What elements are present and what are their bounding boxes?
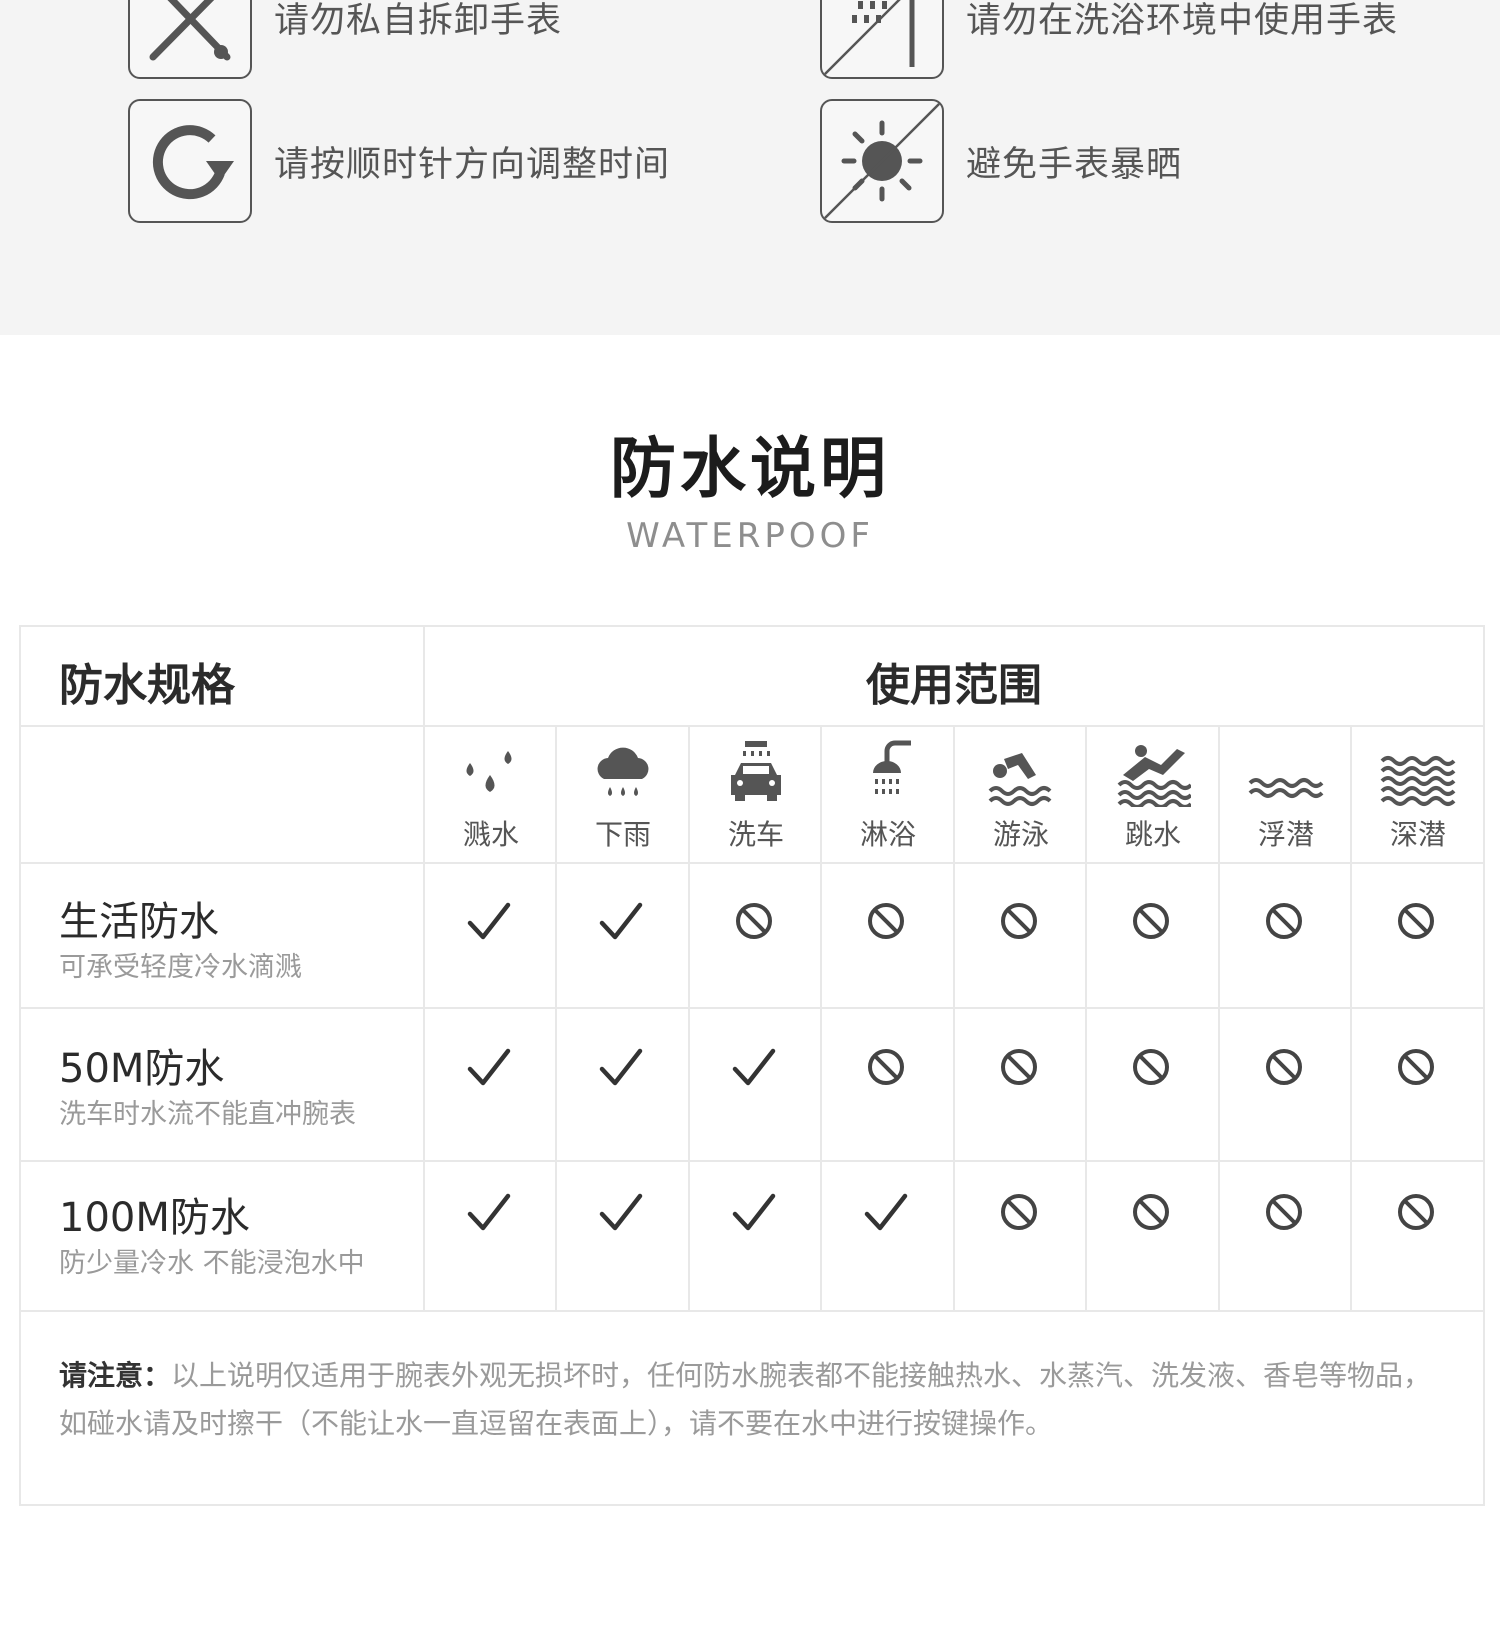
row-title-life: 生活防水 — [59, 899, 219, 945]
row-divider — [21, 1160, 1483, 1162]
activity-deep-dive: 深潜 — [1352, 739, 1484, 853]
activity-dive: 跳水 — [1087, 739, 1219, 853]
row-desc-life: 可承受轻度冷水滴溅 — [59, 952, 302, 983]
activity-splash: 溅水 — [425, 739, 557, 853]
prohibited-icon — [1350, 1182, 1482, 1242]
activity-label: 溅水 — [462, 818, 519, 851]
note-text: 以上说明仅适用于腕表外观无损坏时，任何防水腕表都不能接触热水、水蒸汽、洗发液、香… — [59, 1359, 1432, 1440]
check-icon — [423, 1182, 555, 1242]
prohibited-icon — [1350, 1037, 1482, 1097]
activity-label: 游泳 — [992, 818, 1049, 851]
shower-icon — [873, 740, 911, 794]
prohibited-icon — [1218, 1182, 1350, 1242]
prohibited-icon — [1085, 1037, 1217, 1097]
prohibited-icon — [1350, 891, 1482, 951]
check-icon — [423, 1037, 555, 1097]
note-label: 请注意： — [59, 1359, 172, 1392]
row-divider — [21, 1007, 1483, 1009]
check-icon — [688, 1182, 820, 1242]
tip-clockwise: 请按顺时针方向调整时间 — [128, 99, 670, 223]
prohibited-icon — [953, 1037, 1085, 1097]
clockwise-arrow-icon — [128, 99, 252, 223]
row-title-100m: 100M防水 — [59, 1195, 250, 1241]
tip-no-disassemble: 请勿私自拆卸手表 — [128, 0, 562, 79]
activity-shower: 淋浴 — [822, 739, 954, 853]
activity-label: 淋浴 — [859, 818, 916, 851]
check-icon — [688, 1037, 820, 1097]
activity-car-wash: 洗车 — [690, 739, 822, 853]
section-subtitle: WATERPOOF — [626, 516, 874, 556]
rain-icon — [597, 747, 649, 796]
activity-label: 下雨 — [594, 818, 651, 851]
prohibited-icon — [820, 1037, 952, 1097]
prohibited-icon — [820, 891, 952, 951]
prohibited-icon — [688, 891, 820, 951]
row-divider — [21, 862, 1483, 864]
check-icon — [555, 1037, 687, 1097]
snorkel-waves-icon — [1248, 778, 1324, 798]
care-tips-section: 请勿私自拆卸手表 请勿在洗浴环境中使用手表 请按顺时针方向调整时间 避免手表暴晒 — [0, 0, 1500, 335]
prohibited-icon — [953, 1182, 1085, 1242]
tip-no-sun: 避免手表暴晒 — [820, 99, 1182, 223]
tip-label: 请按顺时针方向调整时间 — [274, 144, 671, 185]
swim-icon — [988, 753, 1052, 806]
row-divider — [21, 1310, 1483, 1312]
tip-label: 请勿在洗浴环境中使用手表 — [966, 0, 1399, 41]
prohibited-icon — [1218, 891, 1350, 951]
activity-label: 深潜 — [1389, 818, 1446, 851]
tip-label: 请勿私自拆卸手表 — [274, 0, 563, 41]
prohibited-icon — [1218, 1037, 1350, 1097]
scope-header: 使用范围 — [866, 660, 1042, 711]
splash-icon — [466, 751, 512, 792]
row-desc-100m: 防少量冷水 不能浸泡水中 — [59, 1248, 365, 1279]
activity-label: 跳水 — [1124, 818, 1181, 851]
activity-snorkel: 浮潜 — [1220, 739, 1352, 853]
deep-dive-waves-icon — [1380, 756, 1456, 806]
no-shower-icon — [820, 0, 944, 79]
check-icon — [423, 891, 555, 951]
section-title: 防水说明 — [610, 430, 890, 507]
tip-label: 避免手表暴晒 — [966, 144, 1183, 185]
activity-rain: 下雨 — [557, 739, 689, 853]
activity-label: 浮潜 — [1257, 818, 1314, 851]
check-icon — [555, 1182, 687, 1242]
check-icon — [555, 891, 687, 951]
spec-header: 防水规格 — [59, 660, 235, 711]
waterproof-table: 防水规格 使用范围 溅水 下雨 洗车 淋浴 游泳 跳水 浮潜 深潜 生活防水 可… — [19, 625, 1485, 1506]
screwdriver-icon — [128, 0, 252, 79]
row-divider — [21, 725, 1483, 727]
row-title-50m: 50M防水 — [59, 1046, 225, 1092]
tip-no-bathing: 请勿在洗浴环境中使用手表 — [820, 0, 1398, 79]
prohibited-icon — [1085, 891, 1217, 951]
dive-icon — [1117, 745, 1191, 807]
row-desc-50m: 洗车时水流不能直冲腕表 — [59, 1099, 356, 1130]
activity-label: 洗车 — [727, 818, 784, 851]
care-note: 请注意：以上说明仅适用于腕表外观无损坏时，任何防水腕表都不能接触热水、水蒸汽、洗… — [59, 1352, 1459, 1448]
no-sun-icon — [820, 99, 944, 223]
activity-swim: 游泳 — [955, 739, 1087, 853]
car-wash-icon — [731, 741, 781, 801]
prohibited-icon — [1085, 1182, 1217, 1242]
prohibited-icon — [953, 891, 1085, 951]
check-icon — [820, 1182, 952, 1242]
